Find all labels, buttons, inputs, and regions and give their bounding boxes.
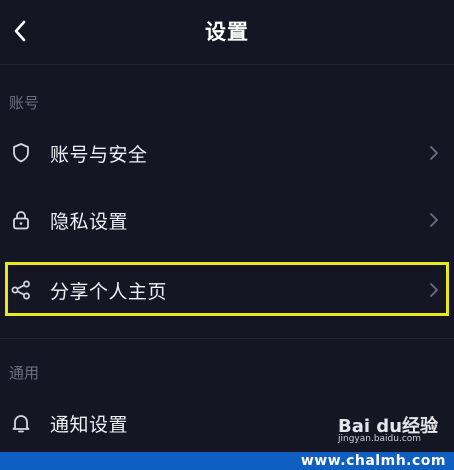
bell-icon [8, 410, 34, 436]
settings-item-privacy[interactable]: 隐私设置 [0, 191, 454, 247]
section-divider [0, 338, 454, 339]
chevron-right-icon [430, 213, 438, 227]
chevron-right-icon [430, 146, 438, 160]
shield-icon [8, 140, 34, 166]
baidu-jingyan-watermark: Bai du经验 jingyan.baidu.com [338, 412, 448, 446]
section-label-general: 通用 [9, 364, 40, 382]
settings-item-label: 通知设置 [50, 414, 129, 436]
section-label-account: 账号 [9, 94, 40, 112]
footer-watermark-text: www.chalmh.com [300, 453, 446, 469]
watermark-url: jingyan.baidu.com [338, 434, 422, 444]
page-title: 设置 [205, 20, 249, 44]
lock-icon [8, 207, 34, 233]
settings-screen: 设置 账号 账号与安全 隐私设置 分享个人主页 通用 通知设置 Bai du经验… [0, 0, 454, 470]
highlight-box [5, 262, 449, 316]
settings-item-label: 账号与安全 [50, 144, 148, 166]
settings-item-label: 隐私设置 [50, 211, 129, 233]
header-bar: 设置 [0, 0, 454, 65]
settings-item-account-security[interactable]: 账号与安全 [0, 124, 454, 180]
